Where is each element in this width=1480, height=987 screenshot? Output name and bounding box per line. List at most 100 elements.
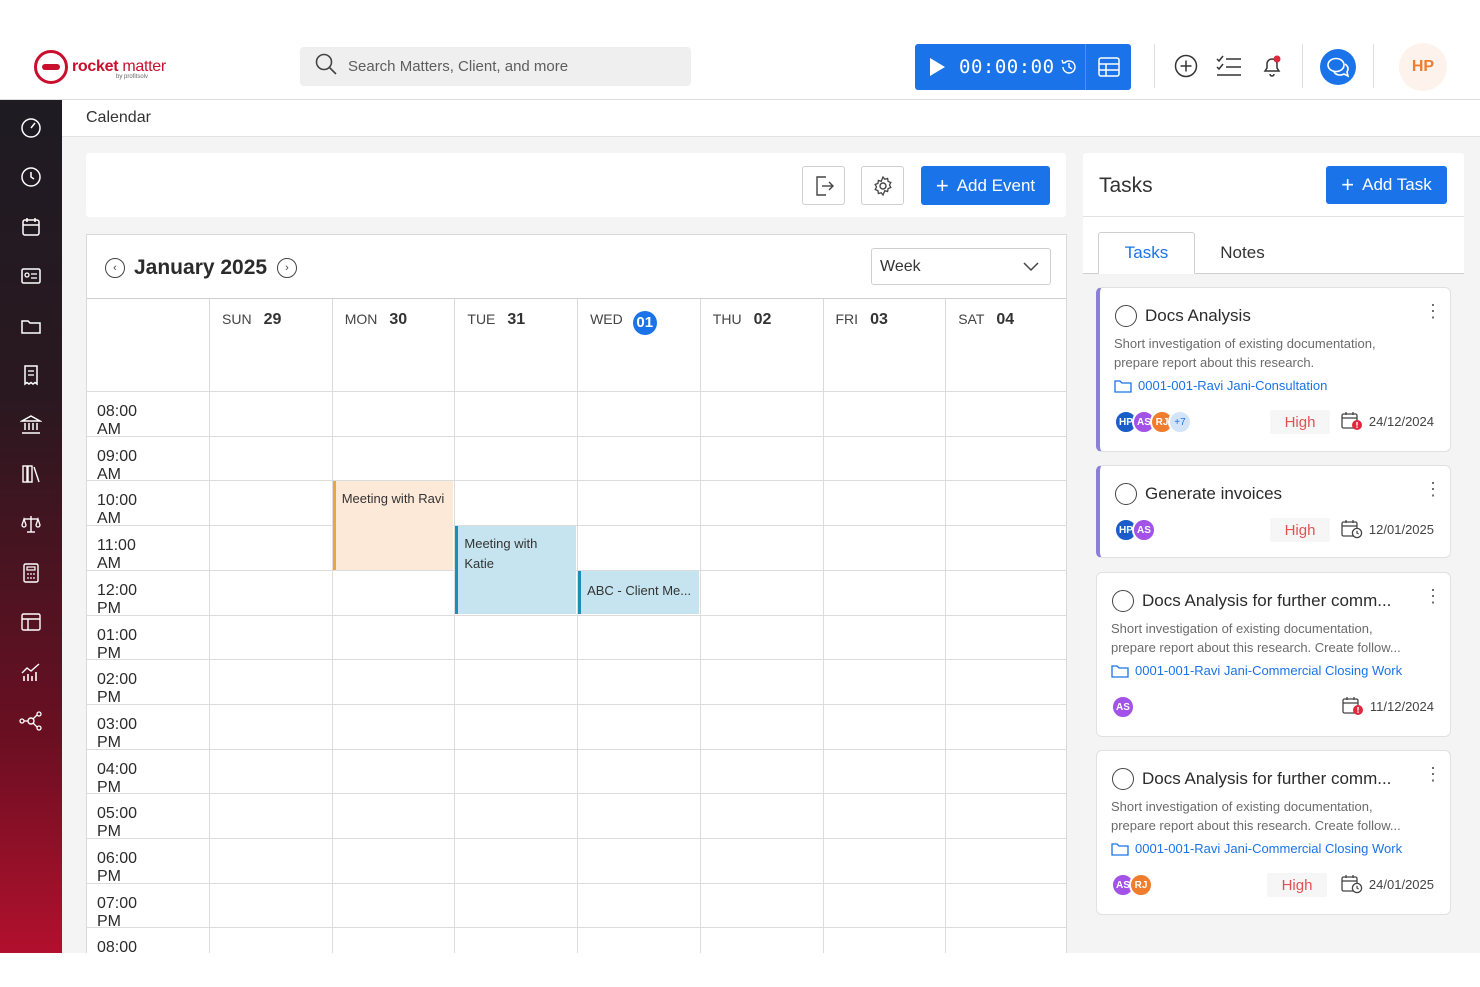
assignee-avatar[interactable]: AS [1132, 518, 1156, 542]
time-label: 06:00 PM [97, 850, 138, 885]
kebab-menu-icon[interactable]: ⋮ [1424, 480, 1442, 498]
tab-notes[interactable]: Notes [1195, 232, 1290, 274]
assignee-avatar[interactable]: AS [1111, 695, 1135, 719]
time-tracker: 00:00:00 [915, 44, 1131, 90]
sidebar-item-accounting[interactable] [19, 561, 43, 585]
task-complete-checkbox[interactable] [1112, 590, 1134, 612]
global-search[interactable] [300, 47, 691, 86]
prev-week-button[interactable]: ‹ [105, 258, 125, 278]
search-input[interactable] [348, 58, 678, 75]
sidebar-item-calendar[interactable] [19, 215, 43, 239]
time-label: 08:00 PM [97, 939, 138, 953]
notifications-button[interactable] [1256, 50, 1288, 82]
task-description-line: prepare report about this research. Crea… [1111, 818, 1401, 833]
calendar-event[interactable]: Meeting with Katie [455, 526, 577, 615]
day-name: MON [344, 311, 378, 327]
timer-history-button[interactable] [1055, 44, 1083, 90]
priority-badge: High [1267, 873, 1327, 897]
sidebar-item-billing[interactable] [19, 363, 43, 387]
time-label: 09:00 AM [97, 447, 138, 483]
day-column-divider [945, 391, 947, 953]
day-date: 29 [263, 311, 282, 328]
task-complete-checkbox[interactable] [1115, 483, 1137, 505]
view-select-value: Week [880, 257, 921, 275]
sidebar-item-legal[interactable] [19, 512, 43, 536]
task-matter-link[interactable]: 0001-001-Ravi Jani-Consultation [1114, 378, 1327, 393]
day-header[interactable]: MON 30 [331, 299, 455, 391]
export-icon [815, 175, 834, 196]
plus-circle-icon [1174, 54, 1198, 78]
day-header[interactable]: WED 01 [577, 299, 700, 391]
kebab-menu-icon[interactable]: ⋮ [1424, 302, 1442, 320]
day-header[interactable]: TUE 31 [454, 299, 577, 391]
view-select[interactable]: Week [871, 248, 1051, 285]
sidebar-item-reports[interactable] [19, 660, 43, 684]
task-matter-link[interactable]: 0001-001-Ravi Jani-Commercial Closing Wo… [1111, 663, 1402, 678]
day-date: 30 [389, 311, 408, 328]
app-window: rocket matter by profitsolv 00:00:00 [0, 0, 1480, 953]
play-timer-button[interactable] [915, 44, 959, 90]
quick-add-button[interactable] [1170, 50, 1202, 82]
rocket-matter-logo[interactable]: rocket matter by profitsolv [34, 50, 166, 84]
sidebar-item-templates[interactable] [19, 610, 43, 634]
sidebar-item-trust[interactable] [19, 413, 43, 437]
calendar-event[interactable]: Meeting with Ravi [332, 481, 454, 570]
next-week-button[interactable]: › [277, 258, 297, 278]
kebab-menu-icon[interactable]: ⋮ [1424, 765, 1442, 783]
task-card[interactable]: Generate invoices ⋮ HP AS High 12/01/2025 [1096, 465, 1451, 558]
calendar-settings-button[interactable] [861, 166, 904, 205]
chat-button[interactable] [1320, 49, 1356, 85]
day-header[interactable]: SUN 29 [209, 299, 332, 391]
add-task-button[interactable]: + Add Task [1326, 166, 1447, 204]
task-card[interactable]: Docs Analysis ⋮ Short investigation of exi… [1096, 287, 1451, 452]
task-complete-checkbox[interactable] [1112, 768, 1134, 790]
export-button[interactable] [802, 166, 845, 205]
task-card[interactable]: Docs Analysis for further comm... ⋮ Short … [1096, 750, 1451, 915]
kebab-menu-icon[interactable]: ⋮ [1424, 587, 1442, 605]
sidebar-item-library[interactable] [19, 462, 43, 486]
sidebar-item-time[interactable] [19, 165, 43, 189]
time-label: 03:00 PM [97, 715, 138, 751]
calendar-panel: ‹ January 2025 › Week SUN 29 MON 30 TUE 31 WED… [86, 234, 1067, 953]
calculator-icon [23, 563, 39, 583]
day-header[interactable]: FRI 03 [822, 299, 946, 391]
task-matter-link[interactable]: 0001-001-Ravi Jani-Commercial Closing Wo… [1111, 841, 1402, 856]
time-label: 10:00 AM [97, 492, 138, 528]
task-due-label: 11/12/2024 [1369, 698, 1434, 714]
header-divider [1302, 44, 1303, 88]
day-header[interactable]: SAT 04 [945, 299, 1066, 391]
task-card[interactable]: Docs Analysis for further comm... ⋮ Short … [1096, 572, 1451, 737]
calendar-event[interactable]: ABC - Client Me... [578, 570, 699, 615]
day-header-label: MON 30 [345, 311, 407, 329]
task-list-button[interactable] [1213, 50, 1245, 82]
add-event-button[interactable]: + Add Event [921, 166, 1050, 205]
task-list: Docs Analysis ⋮ Short investigation of exi… [1083, 274, 1464, 953]
day-header[interactable]: THU 02 [699, 299, 823, 391]
assignee-avatar[interactable]: +7 [1168, 410, 1192, 434]
today-date-badge: 01 [632, 311, 657, 335]
day-header-label: TUE 31 [467, 311, 525, 329]
sidebar-item-matters[interactable] [19, 314, 43, 338]
time-label: 04:00 PM [97, 760, 138, 796]
day-header-label: SUN 29 [222, 311, 281, 329]
sidebar-item-dashboard[interactable] [19, 116, 43, 140]
assignee-avatars: AS RJ [1111, 873, 1153, 897]
sidebar-item-integrations[interactable] [19, 709, 43, 733]
user-avatar[interactable]: HP [1399, 43, 1447, 91]
day-column-divider [699, 391, 701, 953]
day-column-divider [331, 391, 333, 953]
gear-icon [873, 175, 892, 196]
task-title: Docs Analysis for further comm... [1142, 769, 1392, 788]
task-description-line: Short investigation of existing document… [1111, 799, 1373, 814]
assignee-avatar[interactable]: RJ [1129, 873, 1153, 897]
priority-badge: High [1270, 518, 1330, 542]
task-complete-checkbox[interactable] [1115, 305, 1137, 327]
tasks-panel: Tasks + Add Task Tasks Notes Docs Analysi… [1083, 153, 1464, 953]
task-due-date: 24/12/2024 [1341, 411, 1434, 431]
sidebar-item-contacts[interactable] [19, 264, 43, 288]
layout-icon [21, 613, 41, 631]
task-due-label: 24/01/2025 [1368, 876, 1434, 892]
tab-tasks[interactable]: Tasks [1098, 232, 1195, 274]
task-due-date: 11/12/2024 [1342, 696, 1434, 716]
timesheet-button[interactable] [1085, 44, 1131, 90]
